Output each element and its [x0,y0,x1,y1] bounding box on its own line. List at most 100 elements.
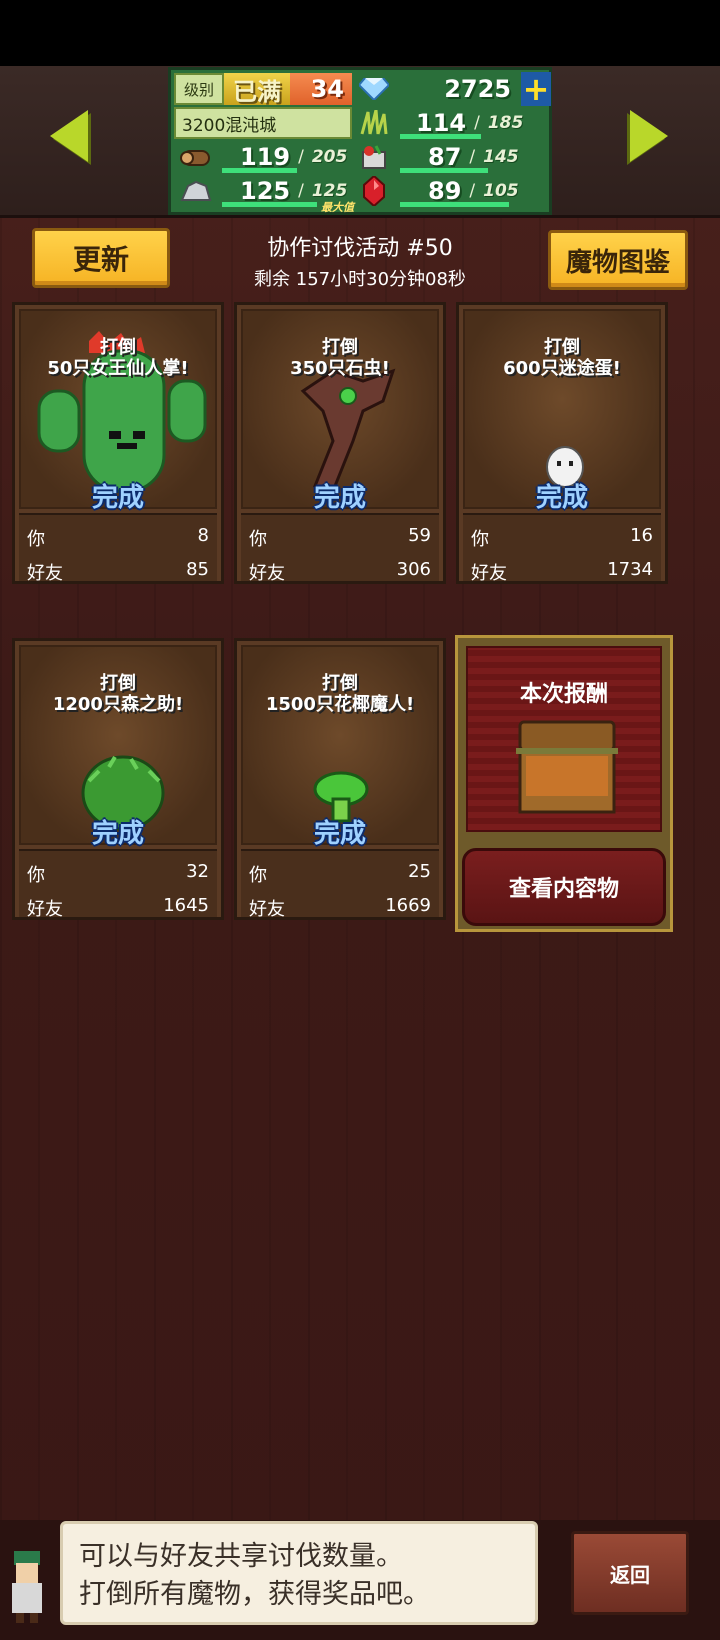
monster-card-stoneworm[interactable]: 打倒 350只石虫! 完成 你 59 好友 306 [234,302,446,584]
friends-row: 好友 306 [249,559,431,585]
you-count: 16 [630,525,653,546]
you-row: 你 25 [249,861,431,887]
you-count: 32 [186,861,209,882]
gem-icon [352,73,396,105]
wood-value: 119 [240,143,291,171]
ore-progress [222,202,317,207]
card-title-line2: 50只女王仙人掌! [47,358,189,379]
friends-label: 好友 [249,563,285,584]
status-bar [0,0,720,66]
wood-progress [222,168,297,173]
food-value: 87 [428,143,462,171]
you-row: 你 32 [27,861,209,887]
friends-count: 1645 [163,895,209,916]
you-label: 你 [27,865,45,886]
friends-label: 好友 [27,563,63,584]
reward-panel: 本次报酬 查看内容物 [455,635,673,932]
grass-icon [352,107,396,139]
crystal-max: 105 [483,181,519,201]
resource-panel: 级别 已满 34 2725 + 3200混沌城 114/185 119/205 … [168,67,552,215]
tip-line-2: 打倒所有魔物，获得奖品吧。 [79,1579,430,1610]
complete-label: 完成 [535,483,588,513]
tip-bubble: 可以与好友共享讨伐数量。 打倒所有魔物，获得奖品吧。 [60,1521,538,1625]
friends-label: 好友 [471,563,507,584]
card-image-area: 打倒 1500只花椰魔人! 完成 [241,645,439,849]
gem-count: 2725 [444,75,511,103]
card-title-line2: 350只石虫! [290,358,390,379]
card-stats: 你 16 好友 1734 [463,513,661,584]
monster-card-egg[interactable]: 打倒 600只迷途蛋! 完成 你 16 好友 1734 [456,302,668,584]
event-title: 协作讨伐活动 #50 [267,236,453,261]
crystal-value: 89 [428,177,462,205]
bestiary-button[interactable]: 魔物图鉴 [548,230,688,290]
card-image-area: 打倒 600只迷途蛋! 完成 [463,309,661,513]
you-count: 8 [197,525,209,546]
level-value: 34 [290,73,352,105]
crystal-progress [400,202,509,207]
card-stats: 你 25 好友 1669 [241,849,439,920]
friends-row: 好友 85 [27,559,209,585]
prev-arrow-button[interactable] [50,110,88,162]
add-gems-button[interactable]: + [521,70,551,108]
friends-count: 85 [186,559,209,580]
character-avatar-icon [12,1551,42,1623]
card-title-line1: 打倒 [544,337,580,358]
ore-value: 125 [240,177,291,205]
friends-label: 好友 [249,899,285,920]
avatar [4,1545,52,1625]
friends-label: 好友 [27,899,63,920]
next-arrow-button[interactable] [630,110,668,162]
card-title-line2: 1200只森之助! [52,694,184,715]
you-row: 你 59 [249,525,431,551]
you-row: 你 16 [471,525,653,551]
friends-row: 好友 1734 [471,559,653,585]
event-remaining-time: 剩余 157小时30分钟08秒 [254,269,466,290]
friends-count: 1734 [607,559,653,580]
you-label: 你 [471,529,489,550]
food-max: 145 [483,147,519,167]
card-title-line1: 打倒 [100,337,136,358]
complete-label: 完成 [91,819,144,849]
complete-label: 完成 [313,483,366,513]
grass-value: 114 [416,109,467,137]
wood-max: 205 [311,147,348,167]
you-count: 25 [408,861,431,882]
card-image-area: 打倒 350只石虫! 完成 [241,309,439,513]
level-max-badge: 已满 [224,73,290,106]
tip-line-1: 可以与好友共享讨伐数量。 [79,1541,403,1572]
ore-icon [174,175,218,207]
complete-label: 完成 [91,483,144,513]
ore-max-tag: 最大值 [321,201,354,214]
crystal-icon [352,175,396,207]
treasure-chest-icon [516,720,618,814]
card-stats: 你 32 好友 1645 [19,849,217,920]
card-image-area: 打倒 1200只森之助! 完成 [19,645,217,849]
ore-max: 125 [311,181,348,201]
town-name: 3200混沌城 [174,107,352,139]
monster-card-forest[interactable]: 打倒 1200只森之助! 完成 你 32 好友 1645 [12,638,224,920]
friends-row: 好友 1645 [27,895,209,921]
gem-count-cell: 2725 [396,73,521,105]
you-label: 你 [249,529,267,550]
you-row: 你8 [27,525,209,551]
you-label: 你 [249,865,267,886]
friends-row: 好友 1669 [249,895,431,921]
refresh-button[interactable]: 更新 [32,228,170,288]
reward-title: 本次报酬 [519,682,608,707]
card-title-line2: 600只迷途蛋! [503,358,621,379]
card-title-line2: 1500只花椰魔人! [265,694,415,715]
you-label: 你 [27,529,45,550]
friends-count: 1669 [385,895,431,916]
monster-card-cactus[interactable]: 打倒 50只女王仙人掌! 完成 你8 好友 85 [12,302,224,584]
back-button[interactable]: 返回 [571,1531,689,1615]
complete-label: 完成 [313,819,366,849]
grass-progress [400,134,481,139]
reward-image-area: 本次报酬 [466,646,662,832]
card-stats: 你 59 好友 306 [241,513,439,584]
view-contents-button[interactable]: 查看内容物 [462,848,666,926]
food-progress [400,168,488,173]
monster-card-broccoli[interactable]: 打倒 1500只花椰魔人! 完成 你 25 好友 1669 [234,638,446,920]
card-image-area: 打倒 50只女王仙人掌! 完成 [19,309,217,513]
card-title-line1: 打倒 [322,337,358,358]
food-icon [352,141,396,173]
